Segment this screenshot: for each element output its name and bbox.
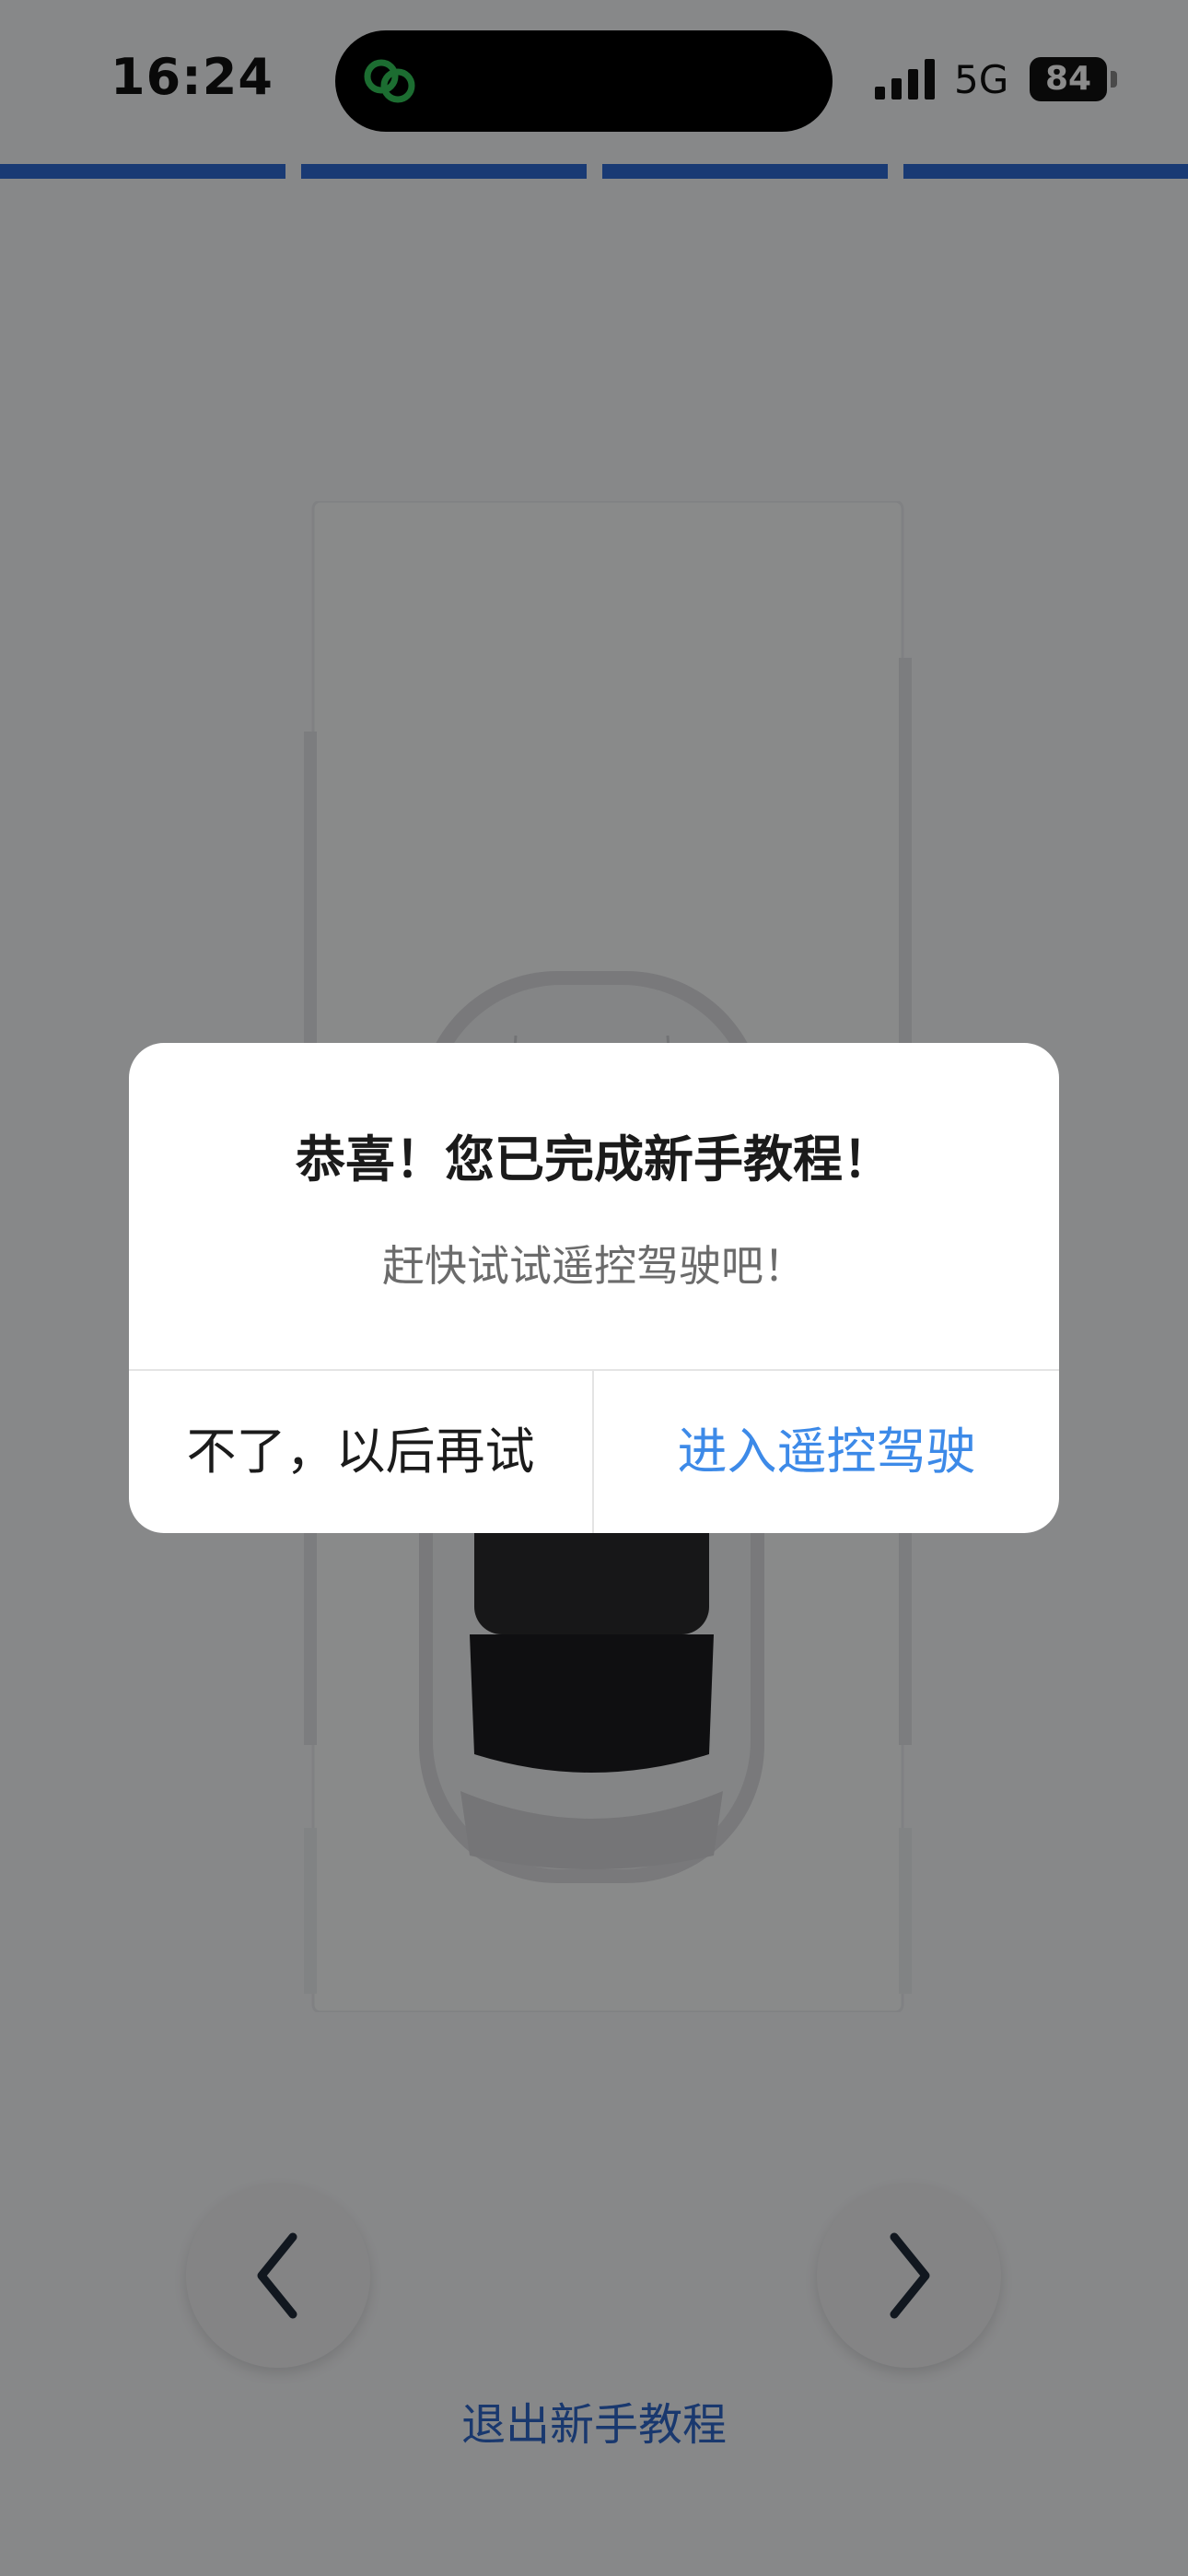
dialog-title: 恭喜！您已完成新手教程！: [296, 1130, 892, 1188]
dialog-message: 赶快试试遥控驾驶吧！: [382, 1241, 806, 1291]
completion-dialog: 恭喜！您已完成新手教程！ 赶快试试遥控驾驶吧！ 不了，以后再试 进入遥控驾驶: [129, 1043, 1059, 1533]
dialog-cancel-button[interactable]: 不了，以后再试: [129, 1371, 592, 1533]
tutorial-screen: 16:24 5G 84 退出新手教程 恭喜！您已完成新手教程！ 赶快试试遥控驾驶…: [0, 0, 1188, 2576]
dialog-confirm-button[interactable]: 进入遥控驾驶: [594, 1371, 1059, 1533]
